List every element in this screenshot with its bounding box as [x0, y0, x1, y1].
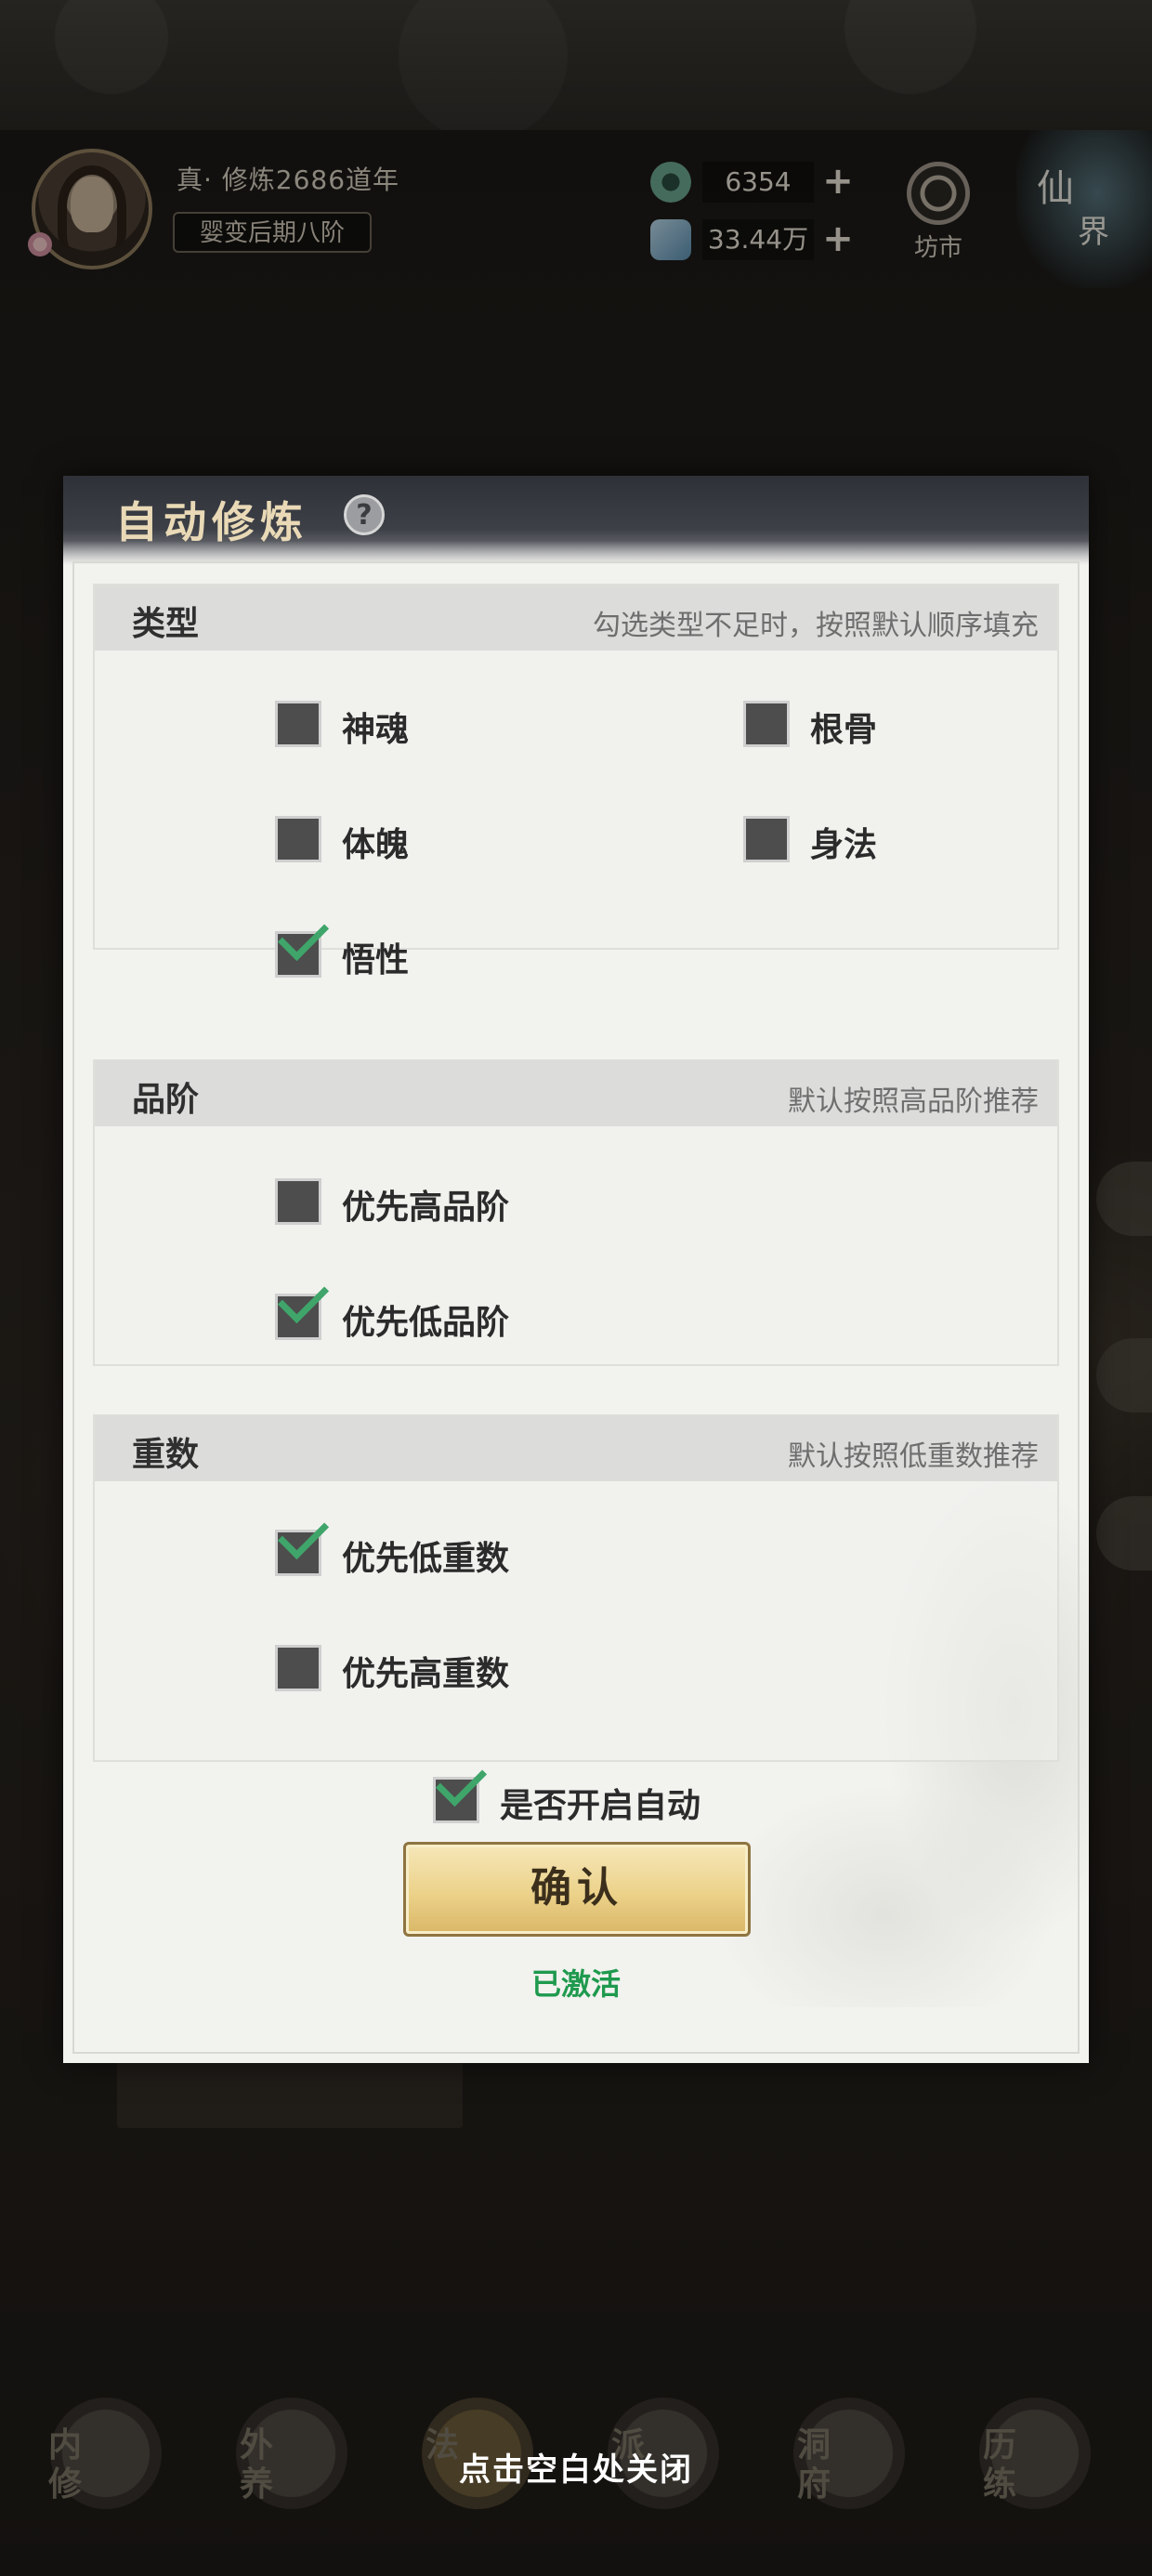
- checkbox-box: [275, 1645, 321, 1691]
- section-title: 重数: [132, 1436, 200, 1474]
- activation-status: 已激活: [530, 1966, 621, 2002]
- confirm-button[interactable]: 确认: [403, 1842, 751, 1937]
- checkbox-box: [275, 701, 321, 747]
- checkbox-label: 悟性: [342, 941, 410, 979]
- section-hint: 默认按照高品阶推荐: [788, 1085, 1039, 1118]
- checkbox-box: [743, 701, 790, 747]
- checkbox-label: 优先低品阶: [342, 1304, 510, 1342]
- checkbox-label: 优先低重数: [342, 1540, 510, 1578]
- close-hint: 点击空白处关闭: [459, 2451, 693, 2489]
- checkbox-box: [275, 816, 321, 862]
- section-header: 品阶 默认按照高品阶推荐: [95, 1061, 1057, 1126]
- section-layers: 重数 默认按照低重数推荐 优先低重数 优先高重数: [93, 1414, 1059, 1762]
- section-header: 重数 默认按照低重数推荐: [95, 1416, 1057, 1481]
- help-icon[interactable]: ?: [344, 494, 385, 535]
- checkbox-box: [743, 816, 790, 862]
- auto-cultivation-dialog: 自动修炼 ? 类型 勾选类型不足时，按照默认顺序填充 神魂 根骨 体魄 身法 悟…: [63, 476, 1089, 2063]
- section-header: 类型 勾选类型不足时，按照默认顺序填充: [95, 585, 1057, 651]
- checkbox-label: 优先高品阶: [342, 1189, 510, 1227]
- section-type: 类型 勾选类型不足时，按照默认顺序填充 神魂 根骨 体魄 身法 悟性: [93, 584, 1059, 979]
- checkbox-label: 体魄: [342, 826, 410, 864]
- checkbox-label: 优先高重数: [342, 1655, 510, 1693]
- dialog-title: 自动修炼: [115, 497, 308, 547]
- checkbox-box: [275, 1178, 321, 1225]
- section-grade: 品阶 默认按照高品阶推荐 优先高品阶 优先低品阶: [93, 1059, 1059, 1366]
- section-hint: 勾选类型不足时，按照默认顺序填充: [593, 610, 1039, 642]
- checkbox-label: 是否开启自动: [500, 1787, 701, 1825]
- section-title: 类型: [132, 605, 200, 643]
- checkbox-label: 身法: [810, 826, 878, 864]
- checkbox-label: 神魂: [342, 711, 410, 749]
- section-hint: 默认按照低重数推荐: [788, 1440, 1039, 1473]
- section-title: 品阶: [132, 1081, 200, 1119]
- checkbox-label: 根骨: [810, 711, 878, 749]
